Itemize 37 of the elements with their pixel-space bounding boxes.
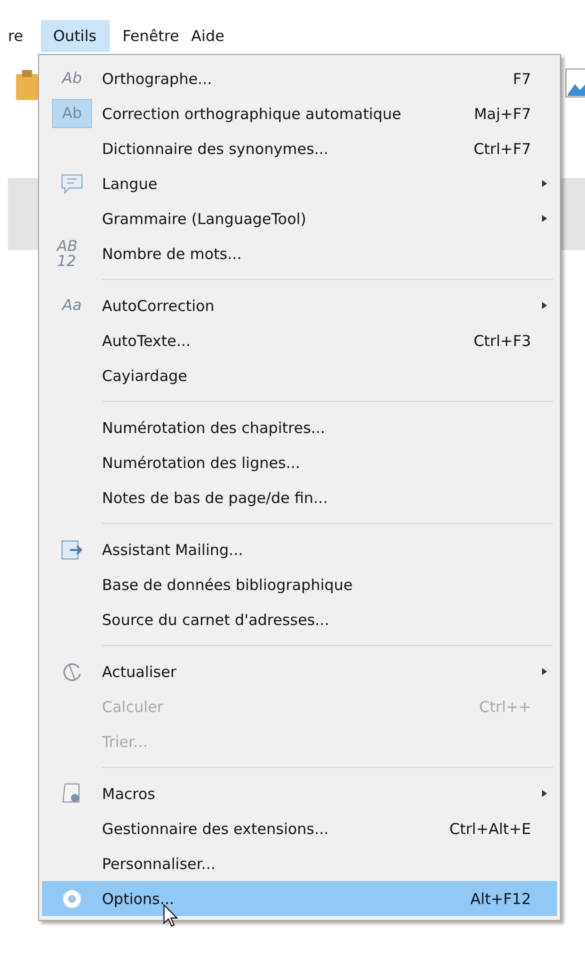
speech-bubble-icon [60,172,84,194]
menu-item[interactable]: Notes de bas de page/de fin... [42,480,557,515]
text-icon: Ab [58,104,86,123]
menu-bar-item[interactable]: re [8,20,36,52]
menu-item[interactable]: Dictionnaire des synonymes... Ctrl+F7 [42,131,557,166]
menu-bar-item[interactable]: Outils [41,20,110,52]
menu-item[interactable]: AutoTexte... Ctrl+F3 [42,323,557,358]
document-arrow-icon [60,538,84,560]
menu-item[interactable]: Personnaliser... [42,846,557,881]
submenu-arrow-icon [542,668,546,675]
menu-item[interactable]: Langue [42,166,557,201]
menu-item[interactable]: Ab Orthographe... F7 [42,61,557,96]
text-icon: AB 12 [53,236,91,270]
menu-item[interactable]: Aa AutoCorrection [42,288,557,323]
menu-item[interactable]: AB 12 Nombre de mots... [42,236,557,271]
menu-item[interactable]: Grammaire (LanguageTool) [42,201,557,236]
menu-item[interactable]: Cayiardage [42,358,557,393]
clipboard-icon [16,70,38,100]
menu-item[interactable]: Actualiser [42,654,557,689]
menu-bar-item[interactable]: Aide [191,20,236,52]
submenu-arrow-icon [542,302,546,309]
menu-item[interactable]: Options... Alt+F12 [42,881,557,916]
menu-item[interactable]: Macros [42,776,557,811]
menu-item[interactable]: Ab Correction orthographique automatique Maj+F7 [42,96,557,131]
text-icon: Aa [58,296,86,315]
menu-item[interactable]: Assistant Mailing... [42,532,557,567]
menu-item[interactable]: Numérotation des chapitres... [42,410,557,445]
settings-icon [61,888,83,910]
menu-item[interactable]: Gestionnaire des extensions... Ctrl+Alt+E [42,811,557,846]
submenu-arrow-icon [542,215,546,222]
menu-bar-item[interactable]: Fenêtre [122,20,192,52]
submenu-arrow-icon [542,790,546,797]
menu-item[interactable]: Source du carnet d'adresses... [42,602,557,637]
submenu-arrow-icon [542,180,546,187]
text-icon: Ab [58,69,86,88]
menu-item[interactable]: Base de données bibliographique [42,567,557,602]
menu-item[interactable]: Numérotation des lignes... [42,445,557,480]
